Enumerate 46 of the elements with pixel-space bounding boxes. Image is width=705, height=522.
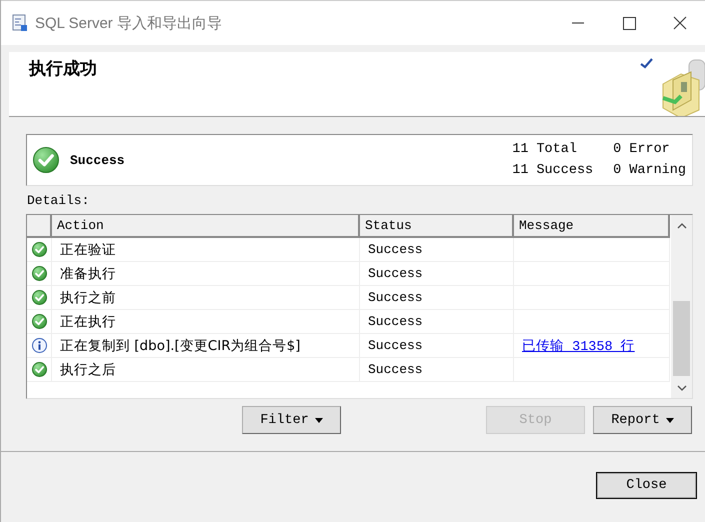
action-cell: 执行之前 [52, 286, 360, 310]
scroll-up-icon[interactable] [676, 222, 686, 230]
count-label: Warning [629, 163, 686, 178]
status-cell: Success [360, 262, 514, 286]
count-number: 0 [613, 142, 622, 157]
action-cell: 准备执行 [52, 262, 360, 286]
status-cell: Success [360, 238, 514, 262]
info-icon [32, 338, 47, 353]
scrollbar-thumb[interactable] [673, 301, 690, 376]
toolbar-button[interactable]: Report [593, 406, 692, 434]
action-cell: 正在验证 [52, 238, 360, 262]
summary-status: Success [70, 152, 126, 168]
scroll-down-icon[interactable] [676, 384, 686, 392]
column-header[interactable] [27, 215, 52, 238]
maximize-icon[interactable] [622, 16, 636, 30]
success-icon [32, 290, 47, 305]
success-icon [32, 242, 47, 257]
count-label: Total [536, 142, 578, 157]
count-number: 11 [512, 142, 528, 157]
app-icon [11, 14, 29, 32]
close-icon[interactable] [672, 16, 686, 30]
status-cell: Success [360, 358, 514, 382]
success-icon [32, 266, 47, 281]
status-cell: Success [360, 286, 514, 310]
page-title: 执行成功 [29, 58, 98, 80]
toolbar-button[interactable]: Filter [242, 406, 341, 434]
action-cell: 正在复制到 [dbo].[变更CIR为组合号$] [52, 334, 360, 358]
checkmark-icon [640, 58, 653, 69]
column-header[interactable]: Message [514, 215, 670, 238]
action-cell: 执行之后 [52, 358, 360, 382]
window-title: SQL Server 导入和导出向导 [35, 14, 223, 32]
success-icon [32, 314, 47, 329]
action-cell: 正在执行 [52, 310, 360, 334]
count-number: 0 [613, 163, 622, 178]
status-cell: Success [360, 310, 514, 334]
message-link[interactable]: 已传输 31358 行 [522, 336, 635, 354]
details-label: Details: [27, 193, 90, 208]
success-icon [33, 147, 59, 173]
close-button[interactable]: Close [596, 472, 697, 499]
count-number: 11 [512, 163, 528, 178]
column-header[interactable]: Status [360, 215, 514, 238]
status-cell: Success [360, 334, 514, 358]
column-header[interactable]: Action [52, 215, 360, 238]
count-label: Success [536, 163, 594, 178]
success-icon [32, 362, 47, 377]
count-label: Error [629, 142, 671, 157]
